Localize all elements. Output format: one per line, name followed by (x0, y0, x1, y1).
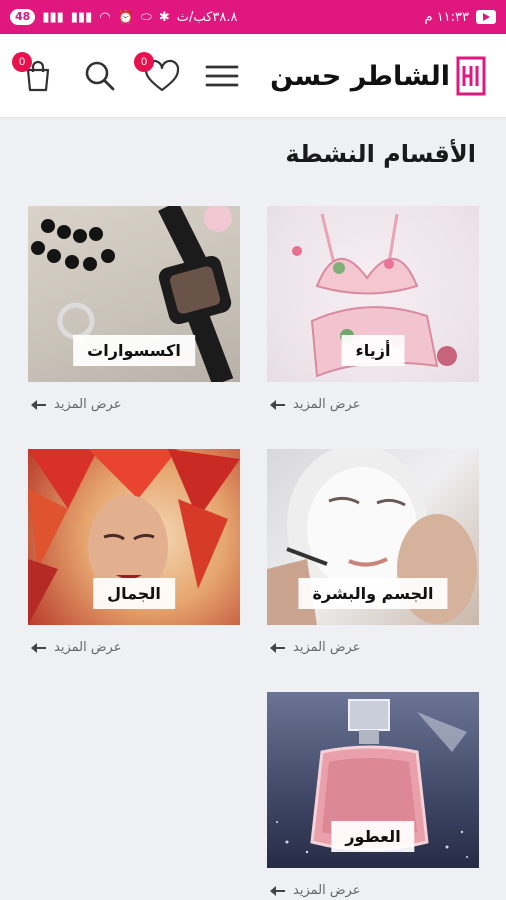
perfumes-image[interactable]: العطور (267, 692, 479, 868)
view-more-link[interactable]: عرض المزيد (267, 883, 479, 898)
brand-logo[interactable]: الشاطر حسن (270, 54, 486, 98)
toggle-icon: ⬭ (140, 9, 152, 25)
page-title: الأقسام النشطة (285, 140, 476, 168)
status-right: ١١:٣٣ م (424, 9, 496, 25)
clock: ١١:٣٣ م (424, 9, 470, 25)
view-more-link[interactable]: عرض المزيد (28, 397, 240, 412)
category-card-beauty[interactable]: الجمال عرض المزيد (28, 449, 240, 655)
category-card-perfumes[interactable]: العطور عرض المزيد (267, 692, 479, 898)
view-more-link[interactable]: عرض المزيد (267, 640, 479, 655)
signal-icon: ▮▮▮ (42, 9, 64, 25)
arrow-left-icon (270, 885, 285, 896)
view-more-text: عرض المزيد (293, 883, 361, 898)
battery-indicator: 48 (10, 9, 36, 25)
wishlist-count-badge: 0 (134, 52, 154, 72)
app-header: 0 0 الشاطر حسن (0, 34, 506, 118)
category-card-accessories[interactable]: اكسسوارات عرض المزيد (28, 206, 240, 412)
category-label: الجسم والبشرة (298, 578, 448, 609)
category-label: أزياء (341, 335, 405, 366)
view-more-link[interactable]: عرض المزيد (267, 397, 479, 412)
view-more-text: عرض المزيد (293, 640, 361, 655)
brand-name: الشاطر حسن (270, 60, 451, 92)
logo-mark-icon (456, 56, 486, 96)
category-card-fashion[interactable]: أزياء عرض المزيد (267, 206, 479, 412)
cart-count-badge: 0 (12, 52, 32, 72)
accessories-image[interactable]: اكسسوارات (28, 206, 240, 382)
menu-button[interactable] (204, 58, 240, 94)
fashion-image[interactable]: أزياء (267, 206, 479, 382)
view-more-text: عرض المزيد (293, 397, 361, 412)
search-icon (85, 61, 115, 91)
arrow-left-icon (31, 399, 46, 410)
category-label: العطور (331, 821, 415, 852)
arrow-left-icon (270, 399, 285, 410)
alarm-icon: ⏰ (117, 9, 134, 25)
menu-icon (205, 65, 239, 87)
bluetooth-icon: ✱ (158, 9, 170, 25)
network-speed: ٣٨.٨كب/ث (176, 9, 238, 25)
youtube-icon (476, 10, 496, 24)
status-bar: 48 ▮▮▮ ▮▮▮ ◠ ⏰ ⬭ ✱ ٣٨.٨كب/ث ١١:٣٣ م (0, 0, 506, 34)
category-label: الجمال (93, 578, 175, 609)
category-card-body-skin[interactable]: الجسم والبشرة عرض المزيد (267, 449, 479, 655)
arrow-left-icon (31, 642, 46, 653)
search-button[interactable] (80, 56, 120, 96)
view-more-text: عرض المزيد (54, 397, 122, 412)
beauty-image[interactable]: الجمال (28, 449, 240, 625)
body-skin-image[interactable]: الجسم والبشرة (267, 449, 479, 625)
wishlist-button[interactable]: 0 (134, 52, 184, 96)
view-more-link[interactable]: عرض المزيد (28, 640, 240, 655)
wifi-icon: ◠ (99, 9, 111, 25)
arrow-left-icon (270, 642, 285, 653)
category-label: اكسسوارات (73, 335, 195, 366)
cart-button[interactable]: 0 (12, 52, 58, 96)
view-more-text: عرض المزيد (54, 640, 122, 655)
status-left: 48 ▮▮▮ ▮▮▮ ◠ ⏰ ⬭ ✱ ٣٨.٨كب/ث (10, 9, 237, 25)
signal-icon-2: ▮▮▮ (70, 9, 93, 25)
